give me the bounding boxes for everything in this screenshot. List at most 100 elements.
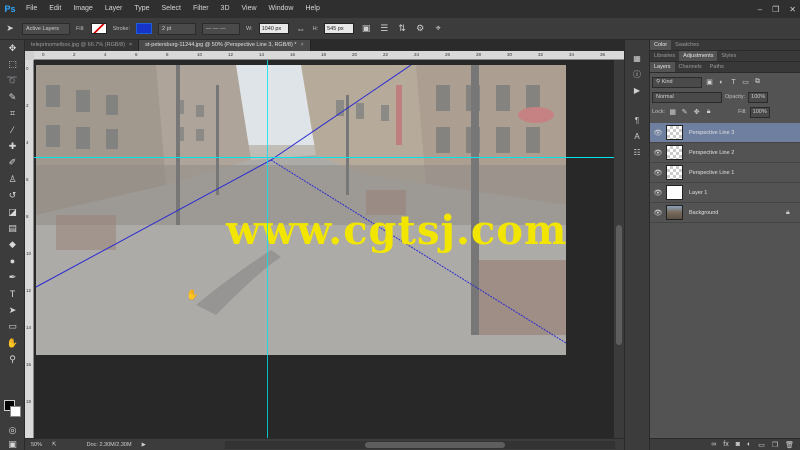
stroke-swatch[interactable] xyxy=(136,23,152,34)
marquee-tool-icon[interactable]: ⬚ xyxy=(0,56,25,72)
history-icon[interactable]: ▦ xyxy=(625,50,649,66)
horizontal-guide[interactable] xyxy=(34,157,614,158)
vertical-guide[interactable] xyxy=(267,60,268,438)
tab-swatches[interactable]: Swatches xyxy=(671,40,703,50)
layer-style-icon[interactable]: fx xyxy=(723,441,728,448)
tab-layers[interactable]: Layers xyxy=(650,62,675,72)
stroke-type-dropdown[interactable]: — — — xyxy=(202,22,240,35)
select-mode-dropdown[interactable]: Active Layers xyxy=(22,22,70,35)
actions-icon[interactable]: ▶ xyxy=(625,82,649,98)
lasso-tool-icon[interactable]: ➰ xyxy=(0,73,25,89)
path-alignment-icon[interactable]: ☰ xyxy=(378,23,390,35)
link-icon[interactable]: ⇔ xyxy=(295,23,307,35)
paragraph-icon[interactable]: ¶ xyxy=(625,112,649,128)
menu-filter[interactable]: Filter xyxy=(187,0,215,18)
visibility-eye-icon[interactable]: 👁︎ xyxy=(650,189,666,197)
new-group-icon[interactable]: ▭ xyxy=(758,441,765,449)
lock-pixels-icon[interactable]: ✎ xyxy=(680,108,689,117)
menu-view[interactable]: View xyxy=(236,0,263,18)
fill-input[interactable]: 100% xyxy=(749,106,770,118)
properties-icon[interactable]: ⓘ xyxy=(625,66,649,82)
menu-select[interactable]: Select xyxy=(156,0,187,18)
status-menu-arrow[interactable]: ▶ xyxy=(142,442,146,448)
align-edges-icon[interactable]: ⌖ xyxy=(432,23,444,35)
close-icon[interactable]: × xyxy=(129,42,132,48)
vertical-scroll-thumb[interactable] xyxy=(616,225,622,345)
ruler-origin[interactable] xyxy=(25,51,34,60)
tab-paths[interactable]: Paths xyxy=(706,62,728,72)
layer-row[interactable]: 👁︎ Background 🔒︎ xyxy=(650,203,800,223)
horizontal-ruler[interactable]: 0 2 4 6 8 10 12 14 16 18 20 22 24 26 28 30 32 34 36 xyxy=(34,51,624,60)
lock-all-icon[interactable]: 🔒︎ xyxy=(704,108,713,117)
export-icon[interactable]: ⇱ xyxy=(52,442,57,448)
menu-file[interactable]: File xyxy=(20,0,43,18)
color-swatches[interactable] xyxy=(4,400,22,418)
lock-position-icon[interactable]: ✥ xyxy=(692,108,701,117)
document-canvas[interactable]: www.cgtsj.com xyxy=(36,65,566,355)
height-input[interactable]: 545 px xyxy=(324,23,355,34)
menu-window[interactable]: Window xyxy=(263,0,300,18)
layer-row[interactable]: 👁︎ Layer 1 xyxy=(650,183,800,203)
menu-image[interactable]: Image xyxy=(67,0,98,18)
zoom-tool-icon[interactable]: ⚲ xyxy=(0,351,25,367)
layer-row[interactable]: 👁︎ Perspective Line 1 xyxy=(650,163,800,183)
lock-transparent-icon[interactable]: ▦ xyxy=(668,108,677,117)
blur-tool-icon[interactable]: ◆ xyxy=(0,237,25,253)
filter-smart-icon[interactable]: ⧉ xyxy=(753,78,762,87)
new-layer-icon[interactable]: ❐ xyxy=(772,441,778,449)
adjustment-layer-icon[interactable]: ◐ xyxy=(747,441,751,448)
rectangle-tool-icon[interactable]: ▭ xyxy=(0,319,25,335)
visibility-eye-icon[interactable]: 👁︎ xyxy=(650,149,666,157)
trash-icon[interactable]: 🗑︎ xyxy=(785,441,794,449)
menu-help[interactable]: Help xyxy=(299,0,325,18)
zoom-level[interactable]: 50% xyxy=(31,442,42,448)
gear-icon[interactable]: ⚙ xyxy=(414,23,426,35)
brush-tool-icon[interactable]: ✐ xyxy=(0,155,25,171)
canvas-workspace[interactable]: www.cgtsj.com ✋ xyxy=(34,60,614,438)
visibility-eye-icon[interactable]: 👁︎ xyxy=(650,129,666,137)
dodge-tool-icon[interactable]: ● xyxy=(0,253,25,269)
layer-filter-dropdown[interactable]: ⚲ Kind xyxy=(652,76,702,88)
visibility-eye-icon[interactable]: 👁︎ xyxy=(650,209,666,217)
restore-button[interactable]: ❐ xyxy=(772,5,779,14)
stroke-width-input[interactable]: 2 pt xyxy=(158,22,196,35)
menu-type[interactable]: Type xyxy=(128,0,155,18)
type-tool-icon[interactable]: T xyxy=(0,286,25,302)
menu-3d[interactable]: 3D xyxy=(215,0,236,18)
horizontal-scrollbar[interactable] xyxy=(225,441,615,449)
minimize-button[interactable]: – xyxy=(758,5,762,14)
filter-adjust-icon[interactable]: ◐ xyxy=(717,78,726,87)
fill-swatch[interactable] xyxy=(90,23,107,34)
path-selection-icon[interactable]: ➤ xyxy=(0,302,25,318)
width-input[interactable]: 1040 px xyxy=(258,23,289,34)
character-icon[interactable]: A xyxy=(625,128,649,144)
path-operations-icon[interactable]: ▣ xyxy=(360,23,372,35)
path-select-tool-icon[interactable]: ➤ xyxy=(4,23,16,35)
layer-row[interactable]: 👁︎ Perspective Line 2 xyxy=(650,143,800,163)
gradient-tool-icon[interactable]: ▤ xyxy=(0,220,25,236)
path-arrange-icon[interactable]: ⇅ xyxy=(396,23,408,35)
tab-libraries[interactable]: Libraries xyxy=(650,51,679,61)
quick-select-tool-icon[interactable]: ✎ xyxy=(0,89,25,105)
menu-edit[interactable]: Edit xyxy=(43,0,67,18)
adjust-icon[interactable]: ☷ xyxy=(625,144,649,160)
filter-pixel-icon[interactable]: ▣ xyxy=(705,78,714,87)
filter-type-icon[interactable]: T xyxy=(729,78,738,87)
visibility-eye-icon[interactable]: 👁︎ xyxy=(650,169,666,177)
healing-brush-icon[interactable]: ✚ xyxy=(0,138,25,154)
layer-row[interactable]: 👁︎ Perspective Line 3 xyxy=(650,123,800,143)
vertical-scrollbar[interactable] xyxy=(614,60,624,438)
blend-mode-dropdown[interactable]: Normal xyxy=(652,91,722,103)
tab-color[interactable]: Color xyxy=(650,40,672,50)
crop-tool-icon[interactable]: ⌗ xyxy=(0,106,25,122)
perspective-line-2[interactable] xyxy=(270,65,412,161)
vertical-ruler[interactable]: 0 2 4 6 8 10 12 14 16 18 xyxy=(25,60,34,438)
tab-teleprinometbox[interactable]: teleprinometbox.jpg @ 66.7% (RGB/8) × xyxy=(25,40,140,51)
add-mask-icon[interactable]: ◙ xyxy=(736,441,740,448)
tab-channels[interactable]: Channels xyxy=(675,62,706,72)
tab-styles[interactable]: Styles xyxy=(717,51,740,61)
hand-tool-icon[interactable]: ✋ xyxy=(0,335,25,351)
pen-tool-icon[interactable]: ✒ xyxy=(0,269,25,285)
close-icon[interactable]: × xyxy=(300,42,303,48)
background-color[interactable] xyxy=(10,406,21,417)
